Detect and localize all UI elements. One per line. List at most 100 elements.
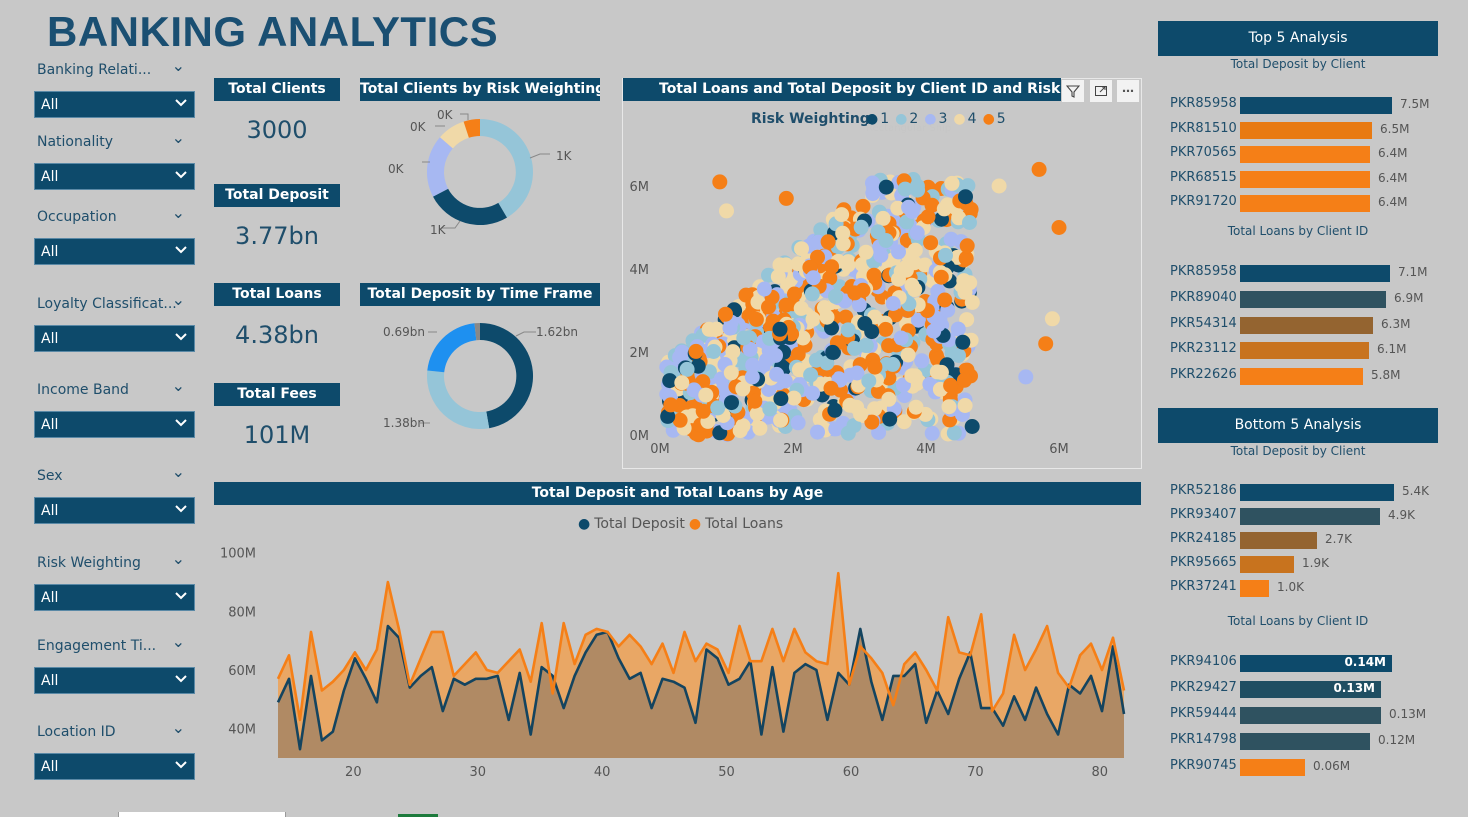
scatter-point[interactable] [777, 373, 793, 389]
scatter-point[interactable] [865, 186, 881, 202]
scatter-point[interactable] [908, 399, 924, 415]
scatter-point[interactable] [688, 343, 704, 359]
scatter-point[interactable] [712, 174, 728, 190]
area-chart[interactable]: 40M 60M 80M 100M 20 30 40 50 60 70 80 [214, 530, 1141, 785]
chevron-down-icon[interactable]: ⌄ [172, 632, 185, 651]
scatter-point[interactable] [790, 346, 806, 362]
sheet-tab-1[interactable] [118, 812, 286, 817]
slicer-dropdown-6[interactable]: All [34, 584, 195, 611]
bar[interactable] [1240, 368, 1363, 386]
bar[interactable] [1240, 556, 1294, 573]
scatter-plot[interactable]: 0M 2M 4M 6M 0M 2M 4M 6M [623, 140, 1141, 468]
more-options-icon[interactable]: ⋯ [1117, 80, 1139, 102]
scatter-point[interactable] [885, 296, 901, 311]
scatter-point[interactable] [761, 299, 776, 315]
chevron-down-icon[interactable]: ⌄ [172, 128, 185, 147]
focus-mode-icon[interactable] [1090, 80, 1112, 102]
scatter-point[interactable] [805, 270, 821, 286]
chevron-down-icon[interactable]: ⌄ [172, 56, 185, 75]
bar[interactable] [1240, 121, 1372, 139]
scatter-point[interactable] [823, 380, 839, 396]
bar[interactable] [1240, 484, 1394, 501]
chevron-down-icon[interactable]: ⌄ [172, 718, 185, 737]
chevron-down-icon[interactable]: ⌄ [172, 549, 185, 568]
scatter-point[interactable] [900, 347, 916, 363]
scatter-point[interactable] [770, 269, 786, 284]
scatter-point[interactable] [723, 365, 739, 381]
scatter-point[interactable] [794, 241, 809, 257]
scatter-point[interactable] [744, 369, 760, 385]
scatter-point[interactable] [1044, 311, 1060, 327]
bar[interactable] [1240, 532, 1317, 549]
scatter-point[interactable] [924, 425, 940, 441]
filter-icon[interactable] [1062, 80, 1084, 102]
chevron-down-icon[interactable]: ⌄ [172, 203, 185, 222]
scatter-point[interactable] [893, 330, 909, 346]
scatter-point[interactable] [875, 210, 891, 226]
scatter-point[interactable] [937, 292, 953, 308]
slicer-dropdown-4[interactable]: All [34, 411, 195, 438]
scatter-point[interactable] [946, 425, 962, 441]
scatter-point[interactable] [861, 373, 877, 389]
scatter-point[interactable] [1031, 161, 1047, 177]
slicer-dropdown-0[interactable]: All [34, 91, 195, 118]
scatter-point[interactable] [804, 286, 820, 302]
scatter-point[interactable] [930, 316, 946, 332]
slicer-dropdown-1[interactable]: All [34, 163, 195, 190]
scatter-point[interactable] [901, 199, 917, 215]
scatter-point[interactable] [701, 321, 717, 337]
scatter-point[interactable] [857, 316, 873, 331]
scatter-point[interactable] [1051, 220, 1067, 235]
scatter-point[interactable] [752, 420, 768, 436]
chevron-down-icon[interactable]: ⌄ [172, 376, 185, 395]
scatter-point[interactable] [790, 415, 806, 431]
scatter-point[interactable] [941, 399, 957, 415]
scatter-point[interactable] [957, 398, 973, 413]
scatter-point[interactable] [933, 269, 949, 285]
scatter-point[interactable] [904, 368, 920, 384]
scatter-point[interactable] [695, 403, 711, 419]
bar[interactable] [1240, 759, 1305, 776]
scatter-point[interactable] [936, 201, 952, 217]
scatter-point[interactable] [885, 356, 901, 372]
scatter-point[interactable] [698, 387, 714, 403]
scatter-point[interactable] [827, 402, 843, 418]
scatter-point[interactable] [759, 352, 774, 368]
scatter-point[interactable] [805, 311, 821, 327]
scatter-point[interactable] [1018, 369, 1034, 385]
scatter-point[interactable] [944, 175, 960, 191]
scatter-point[interactable] [956, 372, 972, 388]
scatter-point[interactable] [840, 322, 856, 338]
scatter-point[interactable] [878, 179, 894, 195]
scatter-point[interactable] [735, 381, 751, 397]
slicer-dropdown-8[interactable]: All [34, 753, 195, 780]
bar[interactable] [1240, 580, 1269, 597]
scatter-point[interactable] [773, 412, 789, 428]
scatter-point[interactable] [736, 330, 752, 346]
scatter-point[interactable] [825, 344, 841, 360]
scatter-point[interactable] [748, 311, 764, 327]
bar[interactable] [1240, 707, 1381, 724]
scatter-point[interactable] [718, 306, 733, 322]
bar[interactable] [1240, 146, 1370, 163]
scatter-point[interactable] [820, 234, 836, 250]
scatter-point[interactable] [847, 340, 862, 356]
scatter-point[interactable] [959, 238, 975, 254]
slicer-dropdown-5[interactable]: All [34, 497, 195, 524]
scatter-point[interactable] [909, 178, 925, 194]
scatter-point[interactable] [808, 352, 824, 368]
scatter-point[interactable] [674, 375, 690, 391]
scatter-point[interactable] [828, 288, 843, 304]
scatter-point[interactable] [878, 233, 894, 248]
scatter-point[interactable] [679, 361, 695, 377]
slicer-dropdown-3[interactable]: All [34, 325, 195, 352]
scatter-point[interactable] [878, 321, 894, 337]
scatter-point[interactable] [955, 334, 971, 350]
scatter-point[interactable] [834, 207, 850, 223]
chevron-down-icon[interactable]: ⌄ [172, 290, 185, 309]
bar[interactable] [1240, 733, 1370, 750]
scatter-point[interactable] [793, 300, 809, 316]
bar[interactable] [1240, 170, 1370, 188]
scatter-point[interactable] [866, 267, 882, 283]
scatter-point[interactable] [867, 401, 883, 417]
